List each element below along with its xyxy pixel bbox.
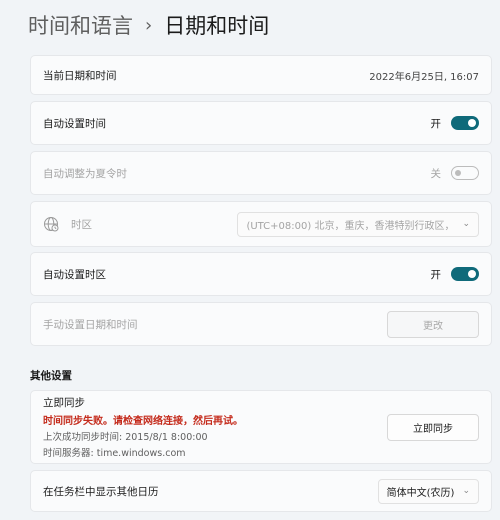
change-button[interactable]: 更改 xyxy=(387,310,479,338)
auto-timezone-toggle[interactable] xyxy=(451,267,479,281)
dst-state: 关 xyxy=(430,167,442,180)
chevron-down-icon: ⌄ xyxy=(462,219,470,229)
dst-label: 自动调整为夏令时 xyxy=(43,167,127,180)
auto-time-card: 自动设置时间 开 xyxy=(30,101,492,145)
auto-timezone-toggle-group: 开 xyxy=(430,267,479,282)
auto-timezone-state: 开 xyxy=(430,268,442,281)
calendar-dropdown[interactable]: 简体中文(农历) ⌄ xyxy=(377,478,479,504)
dst-card: 自动调整为夏令时 关 xyxy=(30,151,492,195)
calendar-label: 在任务栏中显示其他日历 xyxy=(43,485,159,498)
time-server: 时间服务器: time.windows.com xyxy=(43,448,186,459)
breadcrumb: 时间和语言 › 日期和时间 xyxy=(28,12,490,40)
auto-timezone-card: 自动设置时区 开 xyxy=(30,252,492,296)
sync-now-button[interactable]: 立即同步 xyxy=(387,413,479,441)
manual-datetime-label: 手动设置日期和时间 xyxy=(43,318,138,331)
sync-card: 立即同步 时间同步失败。请检查网络连接，然后再试。 上次成功同步时间: 2015… xyxy=(30,390,492,464)
auto-time-toggle-group: 开 xyxy=(430,116,479,131)
last-sync-time: 上次成功同步时间: 2015/8/1 8:00:00 xyxy=(43,432,208,443)
sync-info: 立即同步 时间同步失败。请检查网络连接，然后再试。 上次成功同步时间: 2015… xyxy=(43,395,387,459)
breadcrumb-separator: › xyxy=(145,15,153,36)
auto-time-state: 开 xyxy=(430,117,442,130)
auto-time-toggle[interactable] xyxy=(451,116,479,130)
sync-error-message: 时间同步失败。请检查网络连接，然后再试。 xyxy=(43,416,243,427)
current-datetime-card: 当前日期和时间 2022年6月25日, 16:07 xyxy=(30,55,492,95)
manual-datetime-card: 手动设置日期和时间 更改 xyxy=(30,302,492,346)
timezone-value: (UTC+08:00) 北京，重庆，香港特别行政区， xyxy=(246,220,455,232)
current-datetime-value: 2022年6月25日, 16:07 xyxy=(369,71,479,83)
dst-toggle-group: 关 xyxy=(430,166,479,181)
auto-time-label: 自动设置时间 xyxy=(43,117,106,130)
page-title: 日期和时间 xyxy=(164,14,270,38)
globe-icon xyxy=(43,216,59,232)
chevron-down-icon: ⌄ xyxy=(462,486,470,496)
calendar-card: 在任务栏中显示其他日历 简体中文(农历) ⌄ xyxy=(30,470,492,512)
timezone-dropdown[interactable]: (UTC+08:00) 北京，重庆，香港特别行政区， ⌄ xyxy=(237,211,479,237)
dst-toggle[interactable] xyxy=(451,166,479,180)
timezone-card: 时区 (UTC+08:00) 北京，重庆，香港特别行政区， ⌄ xyxy=(30,201,492,247)
breadcrumb-parent-time-language[interactable]: 时间和语言 xyxy=(28,12,133,40)
timezone-label: 时区 xyxy=(71,218,92,231)
sync-title: 立即同步 xyxy=(43,397,85,409)
other-settings-heading: 其他设置 xyxy=(30,370,72,382)
auto-timezone-label: 自动设置时区 xyxy=(43,268,106,281)
current-datetime-label: 当前日期和时间 xyxy=(43,69,117,82)
calendar-value: 简体中文(农历) xyxy=(386,487,455,499)
